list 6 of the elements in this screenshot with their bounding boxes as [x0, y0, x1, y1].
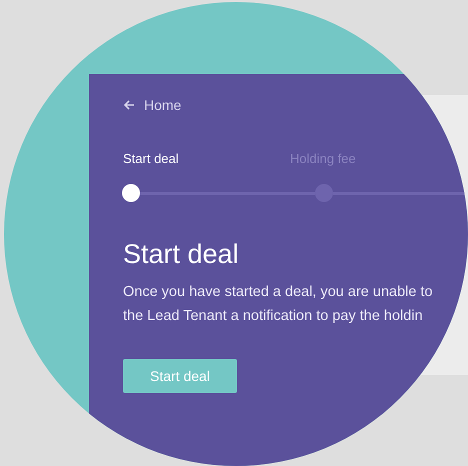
- step-label: Start deal: [123, 151, 180, 166]
- description-text: Once you have started a deal, you are unable to the Lead Tenant a notification to pay the holdin: [123, 283, 434, 326]
- step-dot[interactable]: [122, 184, 140, 202]
- back-arrow-icon: [123, 100, 135, 110]
- back-link[interactable]: Home: [123, 97, 468, 113]
- page-heading: Start deal: [123, 239, 240, 270]
